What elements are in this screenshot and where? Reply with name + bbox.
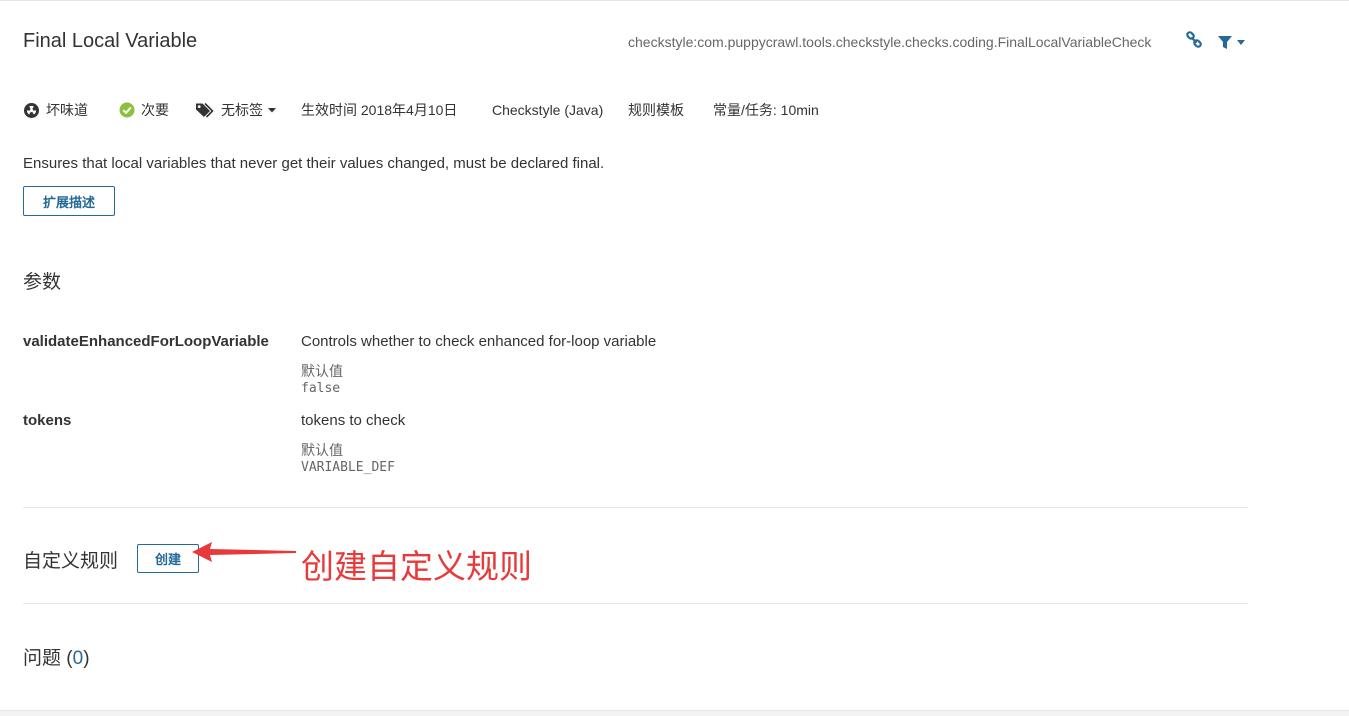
param-default-value: VARIABLE_DEF <box>301 460 395 475</box>
param-default-value: false <box>301 381 341 396</box>
rule-effort: 常量/任务: 10min <box>713 102 819 118</box>
top-border <box>0 0 1349 1</box>
annotation-text: 创建自定义规则 <box>301 547 532 586</box>
bottom-border <box>0 710 1349 716</box>
issues-label: 问题 <box>23 648 62 669</box>
divider <box>23 507 1248 508</box>
rule-description: Ensures that local variables that never … <box>23 155 605 172</box>
tags-dropdown[interactable]: 无标签 <box>195 100 278 120</box>
custom-rules-title: 自定义规则 <box>23 551 119 572</box>
link-icon[interactable] <box>1185 31 1203 49</box>
annotation-arrow-icon <box>192 542 296 562</box>
rule-type-label: 坏味道 <box>46 102 88 118</box>
issues-count-link[interactable]: 0 <box>73 648 84 669</box>
rule-key: checkstyle:com.puppycrawl.tools.checksty… <box>628 34 1152 50</box>
issues-title: 问题 (0) <box>23 643 90 670</box>
filter-dropdown-icon[interactable] <box>1217 35 1249 51</box>
param-default-label: 默认值 <box>301 442 343 458</box>
params-title: 参数 <box>23 272 62 293</box>
param-name: validateEnhancedForLoopVariable <box>23 333 269 350</box>
tags-icon <box>196 102 214 118</box>
rule-type: 坏味道 <box>23 100 88 120</box>
tags-label: 无标签 <box>221 102 263 118</box>
rule-severity: 次要 <box>119 100 169 120</box>
extend-description-button[interactable]: 扩展描述 <box>23 186 115 216</box>
param-description: Controls whether to check enhanced for-l… <box>301 333 657 350</box>
rule-language: Checkstyle (Java) <box>492 102 604 118</box>
param-description: tokens to check <box>301 412 406 429</box>
param-default-label: 默认值 <box>301 363 343 379</box>
radiation-icon <box>24 102 39 118</box>
rule-template: 规则模板 <box>628 102 684 118</box>
rule-severity-label: 次要 <box>141 102 169 118</box>
effective-date: 生效时间 2018年4月10日 <box>301 102 458 118</box>
param-name: tokens <box>23 412 72 429</box>
caret-down-icon <box>268 108 276 113</box>
divider <box>23 603 1248 604</box>
issues-close-paren: ) <box>83 648 90 669</box>
rule-title: Final Local Variable <box>23 30 198 52</box>
check-circle-icon <box>119 102 135 118</box>
